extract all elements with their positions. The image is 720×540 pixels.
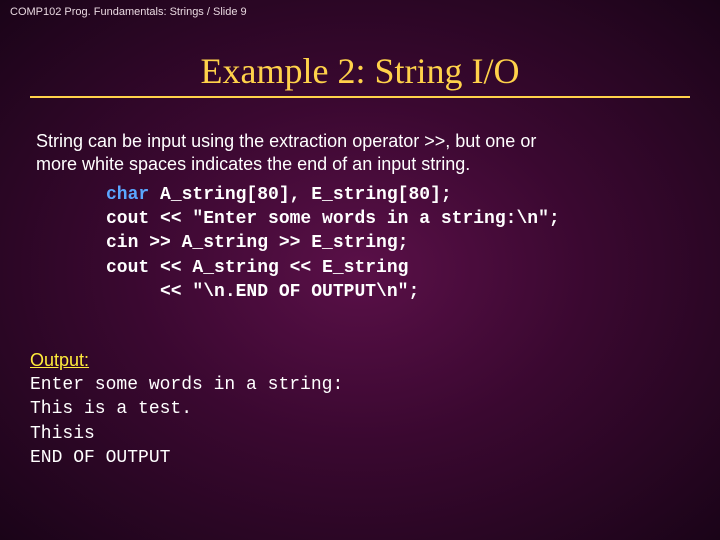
body-text: String can be input using the extraction… bbox=[36, 130, 686, 304]
intro-line-1: String can be input using the extraction… bbox=[36, 130, 686, 153]
title-underline bbox=[30, 96, 690, 98]
code-block: char A_string[80], E_string[80]; cout <<… bbox=[106, 183, 686, 304]
breadcrumb: COMP102 Prog. Fundamentals: Strings / Sl… bbox=[10, 6, 247, 18]
code-line-2: cout << "Enter some words in a string:\n… bbox=[106, 209, 560, 229]
keyword-char: char bbox=[106, 185, 149, 205]
output-section: Output: Enter some words in a string: Th… bbox=[30, 350, 690, 470]
output-label: Output: bbox=[30, 350, 690, 371]
code-line-5: << "\n.END OF OUTPUT\n"; bbox=[106, 282, 419, 302]
intro-line-2: more white spaces indicates the end of a… bbox=[36, 153, 686, 176]
slide-title: Example 2: String I/O bbox=[0, 50, 720, 92]
code-line-1: A_string[80], E_string[80]; bbox=[149, 185, 451, 205]
output-text: Enter some words in a string: This is a … bbox=[30, 373, 690, 470]
code-line-4: cout << A_string << E_string bbox=[106, 258, 408, 278]
code-line-3: cin >> A_string >> E_string; bbox=[106, 233, 408, 253]
